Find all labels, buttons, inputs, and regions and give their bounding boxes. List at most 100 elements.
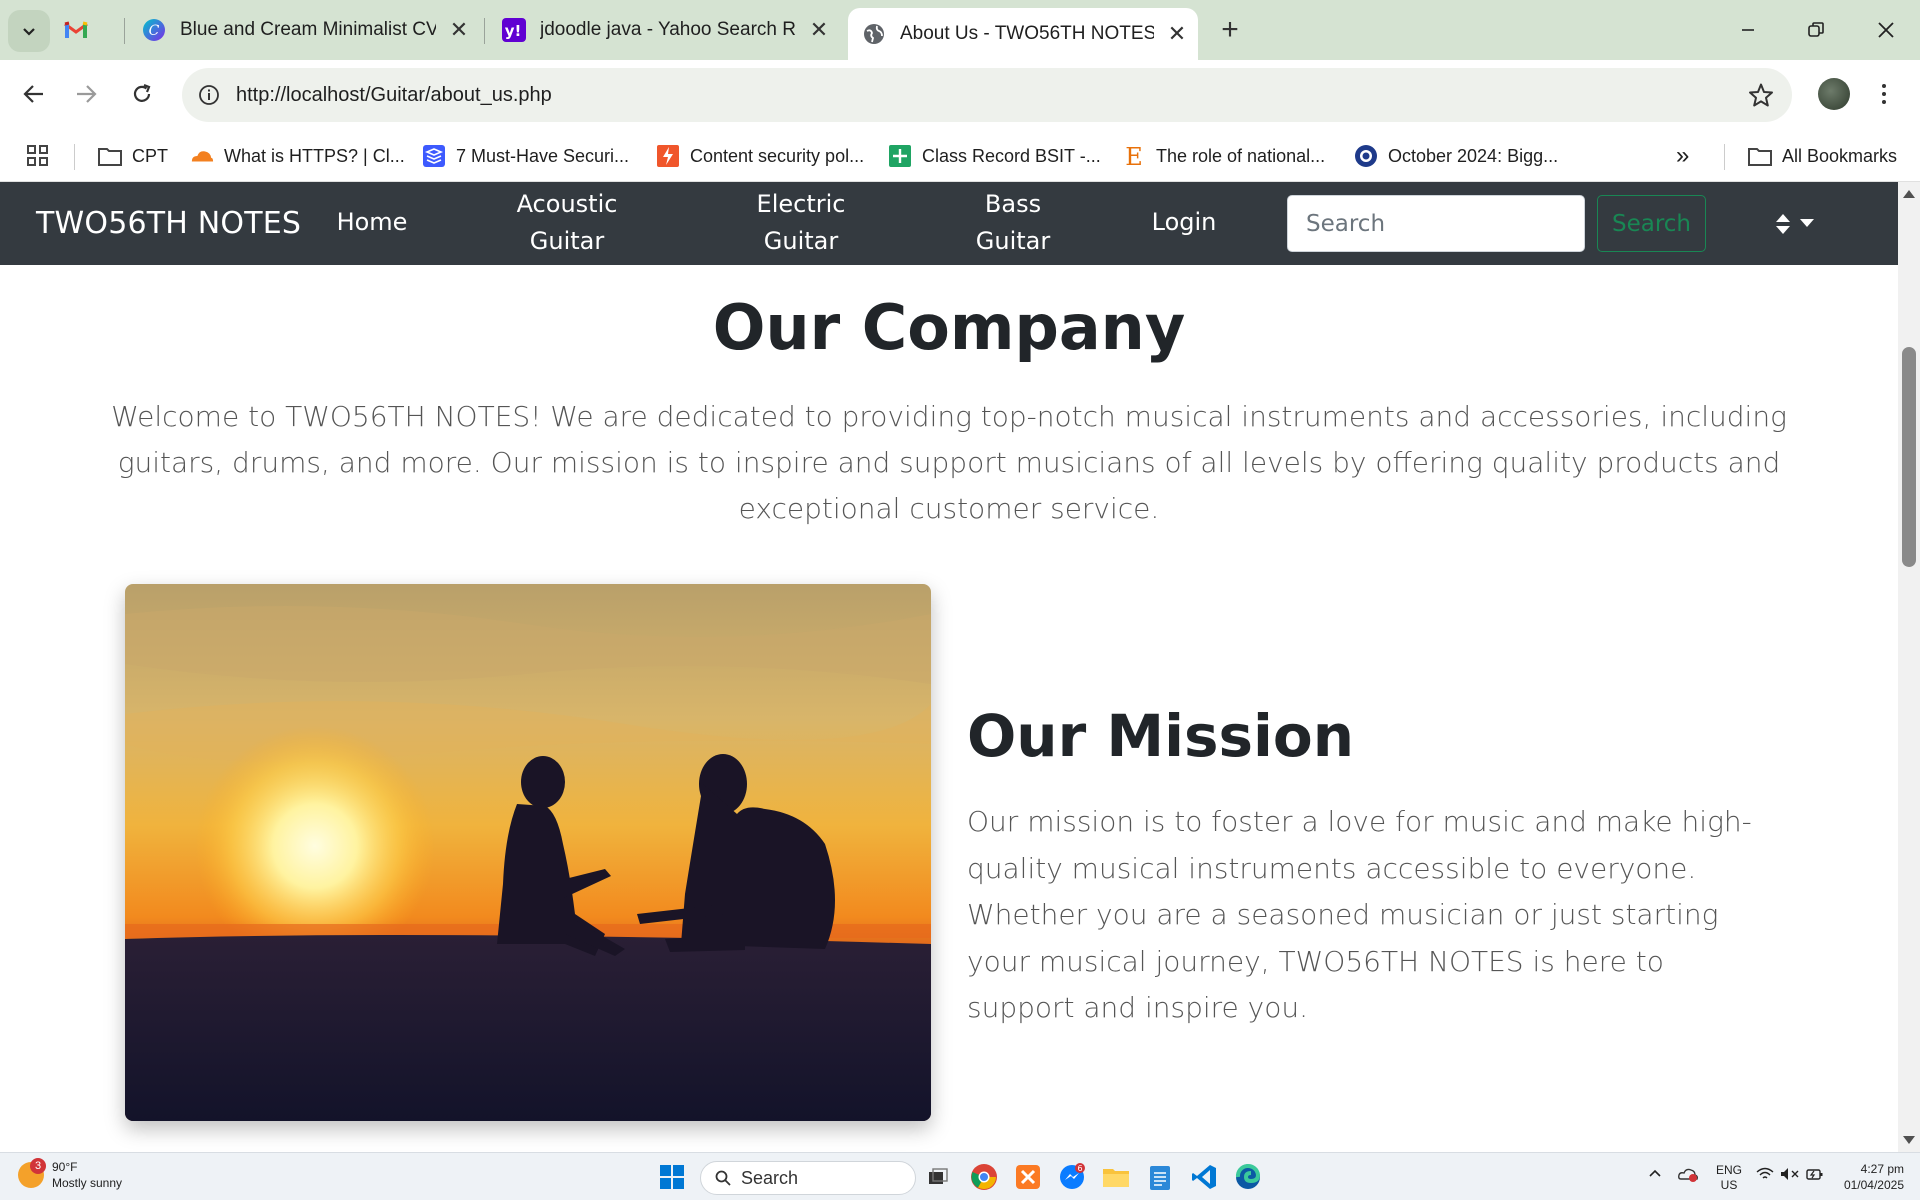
arrow-left-icon [23, 85, 43, 103]
sheets-icon [888, 144, 912, 168]
nav-home[interactable]: Home [330, 204, 414, 241]
close-window-button[interactable] [1856, 10, 1916, 50]
svg-text:E: E [1125, 144, 1143, 168]
nav-bass-guitar[interactable]: Bass Guitar [962, 186, 1064, 260]
bookmark-item[interactable]: October 2024: Bigg... [1354, 142, 1558, 170]
folder-icon [98, 144, 122, 168]
star-icon[interactable] [1748, 82, 1774, 113]
notepad-icon[interactable] [1144, 1161, 1176, 1193]
bookmark-label: CPT [132, 145, 168, 166]
weather-widget[interactable]: 3 90°F Mostly sunny [18, 1158, 123, 1191]
scrollbar-thumb[interactable] [1902, 347, 1916, 567]
tab-yahoo[interactable]: y! jdoodle java - Yahoo Search Res ✕ [502, 8, 832, 52]
forward-button[interactable] [66, 74, 106, 114]
tab-canva[interactable]: C Blue and Cream Minimalist CV R ✕ [142, 8, 472, 52]
reload-button[interactable] [122, 74, 162, 114]
edge-icon[interactable] [1232, 1161, 1264, 1193]
language-indicator[interactable]: ENG US [1714, 1163, 1744, 1193]
chevron-down-icon [23, 28, 35, 36]
close-icon [1878, 22, 1894, 38]
svg-text:y!: y! [505, 22, 522, 40]
restore-icon [1808, 22, 1824, 37]
address-bar[interactable]: http://localhost/Guitar/about_us.php [182, 68, 1792, 122]
menu-kebab-icon[interactable] [1872, 76, 1896, 112]
volume-muted-icon[interactable] [1780, 1167, 1800, 1185]
show-hidden-icons[interactable] [1648, 1167, 1662, 1185]
scroll-down-icon[interactable] [1903, 1136, 1915, 1144]
gmail-icon [64, 18, 88, 42]
tab-separator [124, 18, 125, 44]
tab-about-us[interactable]: About Us - TWO56TH NOTES ✕ [848, 8, 1198, 60]
site-brand[interactable]: TWO56TH NOTES [36, 206, 301, 241]
task-view-icon[interactable] [922, 1161, 954, 1193]
guitarists-sunset-image [125, 584, 931, 1121]
bookmark-label: What is HTTPS? | Cl... [224, 145, 405, 166]
vscode-icon[interactable] [1188, 1161, 1220, 1193]
wifi-icon[interactable] [1756, 1167, 1774, 1185]
browser-toolbar: http://localhost/Guitar/about_us.php [0, 60, 1920, 130]
bookmark-label: Class Record BSIT -... [922, 145, 1101, 166]
mission-description: Our mission is to foster a love for musi… [967, 805, 1752, 1024]
stack-icon [422, 144, 446, 168]
close-icon[interactable]: ✕ [806, 17, 832, 43]
bookmark-label: Content security pol... [690, 145, 865, 166]
weather-desc: Mostly sunny [52, 1176, 123, 1190]
language-bottom: US [1720, 1178, 1738, 1192]
tab-title: Blue and Cream Minimalist CV R [180, 19, 436, 40]
battery-icon[interactable] [1806, 1167, 1824, 1185]
profile-avatar[interactable] [1818, 78, 1850, 110]
system-clock[interactable]: 4:27 pm 01/04/2025 [1834, 1161, 1904, 1193]
taskbar-search-label: Search [741, 1167, 799, 1188]
new-tab-button[interactable]: + [1212, 12, 1248, 48]
minimize-button[interactable] [1718, 10, 1778, 50]
close-icon[interactable]: ✕ [446, 17, 472, 43]
clock-time: 4:27 pm [1860, 1162, 1904, 1176]
all-bookmarks-label: All Bookmarks [1782, 145, 1898, 166]
nav-acoustic-guitar[interactable]: Acoustic Guitar [500, 186, 634, 260]
restore-button[interactable] [1786, 10, 1846, 50]
close-icon[interactable]: ✕ [1164, 21, 1190, 47]
site-search-input[interactable]: Search [1287, 195, 1585, 252]
nav-electric-guitar[interactable]: Electric Guitar [734, 186, 868, 260]
bookmark-item[interactable]: CPT [98, 142, 168, 170]
bookmarks-bar: CPT What is HTTPS? | Cl... 7 Must-Have S… [0, 130, 1920, 182]
bookmark-item[interactable]: What is HTTPS? | Cl... [190, 142, 405, 170]
tab-title: jdoodle java - Yahoo Search Res [540, 19, 796, 40]
language-top: ENG [1715, 1163, 1742, 1177]
taskbar-search[interactable]: Search [700, 1161, 916, 1195]
canva-icon: C [142, 18, 166, 42]
mission-heading: Our Mission [967, 702, 1355, 770]
onedrive-icon[interactable] [1678, 1166, 1698, 1186]
yahoo-icon: y! [502, 18, 526, 42]
tab-search-button[interactable] [8, 10, 50, 52]
chrome-icon[interactable] [968, 1161, 1000, 1193]
scroll-up-icon[interactable] [1903, 190, 1915, 198]
site-info-icon[interactable] [182, 68, 236, 122]
back-button[interactable] [14, 74, 54, 114]
more-bookmarks-button[interactable]: » [1676, 142, 1689, 170]
page-viewport: TWO56TH NOTES Home Acoustic Guitar Elect… [0, 182, 1898, 1152]
clock-date: 01/04/2025 [1843, 1178, 1904, 1192]
bookmark-label: 7 Must-Have Securi... [456, 145, 630, 166]
bookmark-item[interactable]: Class Record BSIT -... [888, 142, 1101, 170]
xampp-icon[interactable] [1012, 1161, 1044, 1193]
bookmark-item[interactable]: E The role of national... [1122, 142, 1325, 170]
windows-start-icon[interactable] [656, 1161, 688, 1193]
all-bookmarks-button[interactable]: All Bookmarks [1748, 142, 1897, 170]
lightning-icon [656, 144, 680, 168]
sort-dropdown-icon[interactable] [1776, 212, 1826, 236]
file-explorer-icon[interactable] [1100, 1161, 1132, 1193]
apps-grid-icon[interactable] [26, 142, 50, 170]
sunset-illustration [125, 584, 931, 1121]
bookmark-item[interactable]: Content security pol... [656, 142, 864, 170]
weather-sun-icon: 3 [18, 1158, 46, 1188]
messenger-icon[interactable]: 6 [1056, 1161, 1088, 1193]
svg-text:6: 6 [1077, 1164, 1082, 1173]
globe-icon [862, 22, 886, 46]
bookmark-item[interactable]: 7 Must-Have Securi... [422, 142, 629, 170]
tab-gmail[interactable] [64, 8, 124, 52]
page-scrollbar[interactable] [1898, 182, 1920, 1152]
nav-login[interactable]: Login [1146, 204, 1222, 241]
url-text[interactable]: http://localhost/Guitar/about_us.php [236, 84, 552, 107]
site-search-button[interactable]: Search [1597, 195, 1706, 252]
